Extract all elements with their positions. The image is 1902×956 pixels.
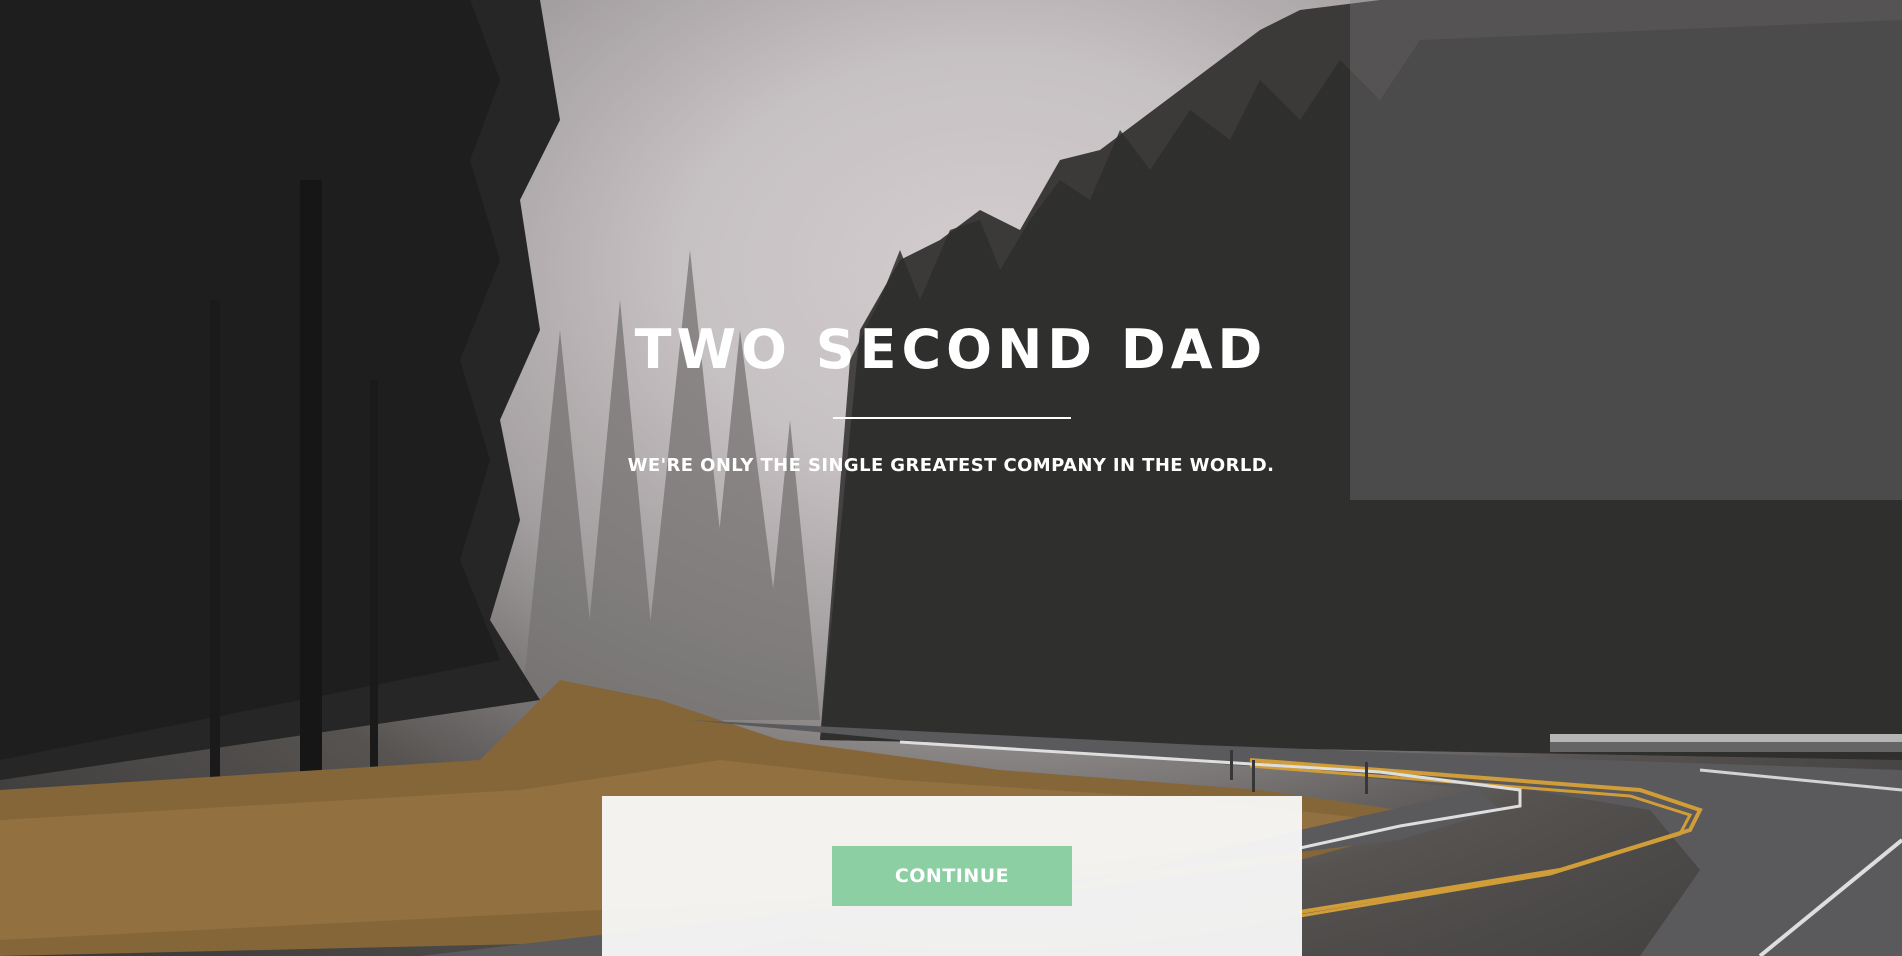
title-divider (833, 417, 1071, 419)
cta-panel: CONTINUE (602, 796, 1302, 956)
tagline: WE'RE ONLY THE SINGLE GREATEST COMPANY I… (627, 455, 1275, 476)
page-title: TWO SECOND DAD (634, 318, 1268, 381)
hero-section: TWO SECOND DAD WE'RE ONLY THE SINGLE GRE… (0, 0, 1902, 956)
continue-button[interactable]: CONTINUE (832, 846, 1072, 906)
